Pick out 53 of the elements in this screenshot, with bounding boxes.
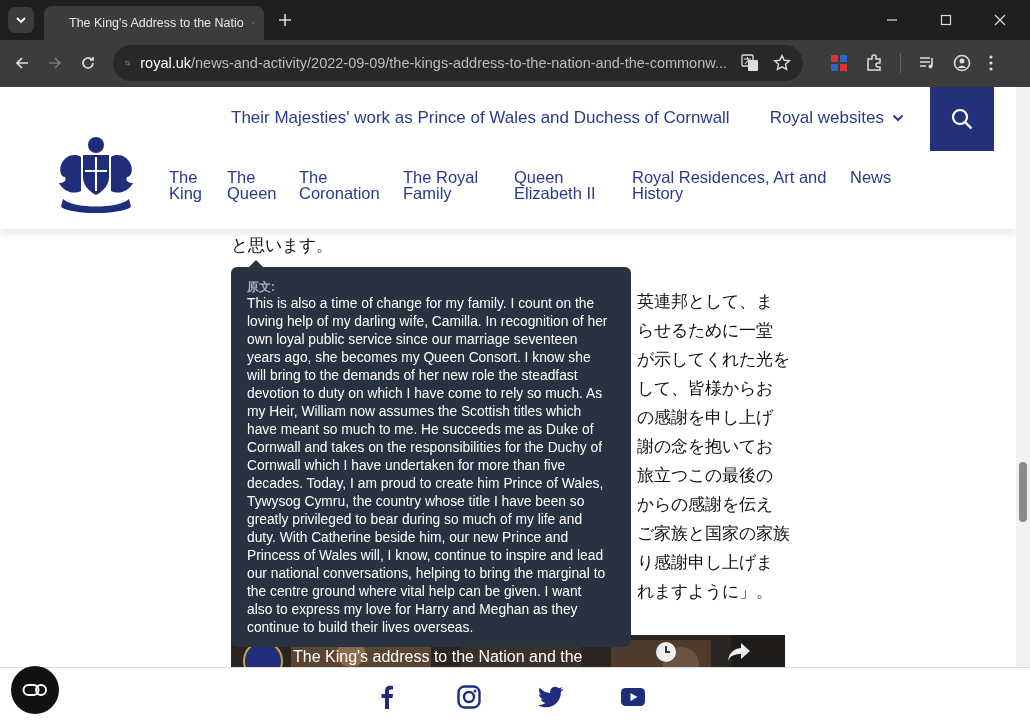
play-icon bbox=[621, 688, 645, 707]
translate-icon[interactable] bbox=[741, 54, 759, 73]
nav-link[interactable]: Queen Elizabeth II bbox=[514, 168, 614, 201]
paragraph-line: と思います。 bbox=[231, 234, 334, 257]
paragraph-line: 英連邦として、ま bbox=[637, 290, 774, 313]
paragraph-line: の感謝を申し上げ bbox=[637, 406, 774, 429]
profile-icon[interactable] bbox=[953, 54, 971, 73]
paragraph-line: れますように」。 bbox=[637, 580, 774, 603]
maximize-icon[interactable] bbox=[940, 14, 952, 26]
social-link[interactable] bbox=[538, 686, 564, 709]
url-text: royal.uk/news-and-activity/2022-09-09/the-kings-address-to-the-nation-and-the-commonw... bbox=[140, 55, 727, 72]
tab-title: The King's Address to the Natio bbox=[69, 16, 244, 30]
nav-link[interactable]: The Coronation bbox=[299, 168, 385, 201]
toggle-icon bbox=[22, 682, 48, 699]
header-link[interactable]: Their Majesties' work as Prince of Wales and Duchess of Cornwall bbox=[231, 107, 730, 128]
tab-list-button[interactable] bbox=[8, 7, 34, 33]
search-icon bbox=[951, 107, 973, 130]
more-icon[interactable] bbox=[988, 54, 994, 73]
floating-button[interactable] bbox=[11, 666, 59, 715]
paragraph-line: 旅立つこの最後の bbox=[637, 464, 774, 487]
nav-link[interactable]: The King bbox=[169, 168, 209, 201]
bird-icon bbox=[538, 686, 564, 709]
facebook-icon bbox=[380, 685, 394, 710]
paragraph-line: らせるために一堂 bbox=[637, 319, 774, 342]
tooltip-label: 原文: bbox=[247, 279, 276, 294]
original-text: This is also a time of change for my family. I count on the loving help of my darling wife, Camilla. In recognition of her own loyal public service since our marriage seventeen years ago, she becomes my Queen Consort. I know she will bring to the demands of her new role the steadfast devotion to duty on which I have come to rely so much. As my Heir, William now assumes the Scottish titles which have meant so much to me. He succeeds me as Duke of Cornwall and takes on the responsibilities for the Duchy of Cornwall which I have undertaken for more than five decades. Today, I am proud to create him Prince of Wales, Tywysog Cymru, the country whose title I have been so greatly privileged to bear during so much of my life and duty. With Catherine beside him, our new Prince and Princess of Wales will, I know, continue to inspire and lead our national conversations, helping to bring the marginal to the centre ground where vital help can be given. I want also to express my love for Harry and Meghan as they continue to build their lives overseas. bbox=[247, 294, 609, 637]
instagram-icon bbox=[457, 685, 481, 710]
chevron-down-icon bbox=[15, 14, 27, 26]
clock-icon[interactable] bbox=[655, 640, 677, 663]
nav-link[interactable]: The Queen bbox=[227, 168, 281, 201]
nav-link[interactable]: The Royal Family bbox=[403, 168, 496, 201]
puzzle-icon[interactable] bbox=[865, 54, 883, 73]
close-icon[interactable] bbox=[994, 14, 1006, 26]
scrollbar-thumb[interactable] bbox=[1019, 461, 1027, 522]
scrollbar[interactable] bbox=[1016, 86, 1030, 668]
paragraph-line: からの感謝を伝え bbox=[637, 493, 774, 516]
browser-tab[interactable]: The King's Address to the Natio bbox=[44, 6, 264, 40]
chevron-down-icon bbox=[891, 112, 904, 123]
paragraph-line: り感謝申し上げま bbox=[637, 551, 774, 574]
reload-icon[interactable] bbox=[80, 55, 96, 72]
royal-websites-menu[interactable]: Royal websites bbox=[769, 107, 904, 128]
address-bar[interactable]: royal.uk/news-and-activity/2022-09-09/the-kings-address-to-the-nation-and-the-commonw... bbox=[113, 45, 803, 82]
star-icon[interactable] bbox=[773, 54, 791, 73]
social-link[interactable] bbox=[456, 685, 482, 710]
paragraph-line: 謝の念を抱いてお bbox=[637, 435, 774, 458]
paragraph-line: して、皆様からお bbox=[637, 377, 774, 400]
new-tab-icon[interactable] bbox=[278, 13, 292, 27]
share-icon[interactable] bbox=[727, 641, 751, 662]
nav-link[interactable]: Royal Residences, Art and History bbox=[632, 168, 832, 201]
video-title: The King's address to the Nation and the bbox=[293, 647, 583, 665]
search-button[interactable] bbox=[930, 86, 994, 151]
social-link[interactable] bbox=[620, 688, 646, 707]
nav-link[interactable]: News bbox=[850, 168, 892, 201]
